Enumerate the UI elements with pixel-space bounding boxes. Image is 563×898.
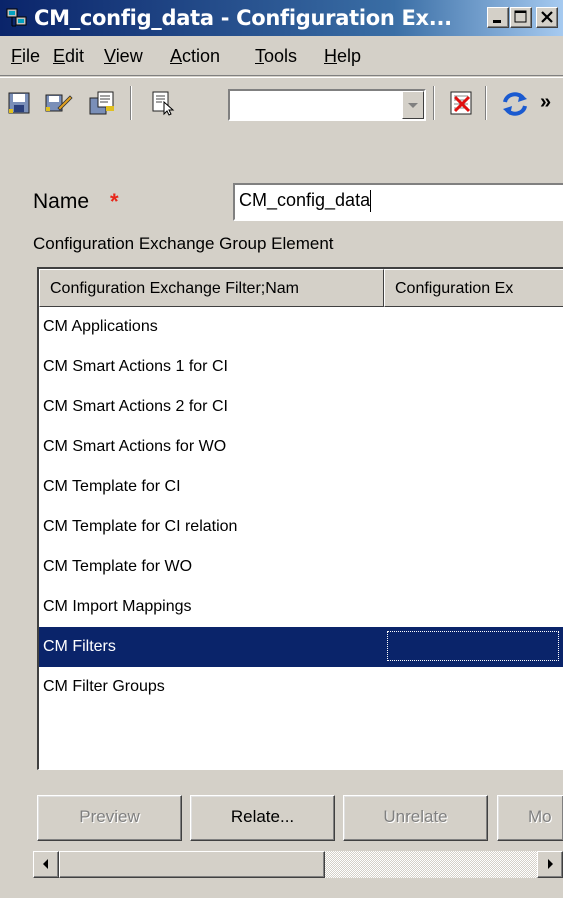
minimize-icon — [493, 20, 501, 23]
menu-bar: File Edit View Action Tools Help — [0, 36, 563, 76]
title-bar[interactable]: CM_config_data - Configuration Ex... — [0, 0, 563, 36]
maximize-icon — [514, 10, 527, 23]
scroll-thumb[interactable] — [59, 851, 325, 878]
group-element-table[interactable]: Configuration Exchange Filter;Nam Config… — [37, 267, 563, 770]
table-row[interactable]: CM Template for CI relation — [39, 507, 563, 547]
table-row[interactable]: CM Applications — [39, 307, 563, 347]
required-marker: * — [110, 189, 119, 214]
copy-icon — [89, 91, 114, 115]
combo-dropdown-button[interactable] — [402, 91, 424, 119]
scroll-left-button[interactable] — [33, 851, 59, 878]
name-input-value: CM_config_data — [239, 190, 371, 210]
cell-filter-name: CM Import Mappings — [43, 598, 192, 615]
table-row[interactable]: CM Template for CI — [39, 467, 563, 507]
name-input[interactable]: CM_config_data — [233, 183, 563, 221]
cell-filter-name: CM Smart Actions 2 for CI — [43, 398, 228, 415]
save-button[interactable] — [6, 90, 32, 116]
table-row[interactable]: CM Smart Actions 1 for CI — [39, 347, 563, 387]
cell-focus-outline[interactable] — [387, 631, 559, 661]
chevron-right-icon — [548, 859, 553, 869]
cell-filter-name: CM Applications — [43, 318, 158, 335]
chevron-down-icon — [408, 103, 418, 108]
horizontal-scrollbar[interactable] — [33, 851, 563, 878]
table-row[interactable]: CM Import Mappings — [39, 587, 563, 627]
column-header-config-exchange[interactable]: Configuration Ex — [384, 269, 563, 307]
toolbar: » — [0, 77, 563, 129]
group-element-label: Configuration Exchange Group Element — [33, 234, 334, 253]
table-row[interactable]: CM Template for WO — [39, 547, 563, 587]
cell-filter-name: CM Filters — [43, 638, 116, 655]
menu-help[interactable]: Help — [324, 46, 361, 66]
table-row-selected[interactable]: CM Filters — [39, 627, 563, 667]
window-title: CM_config_data - Configuration Ex... — [34, 6, 452, 30]
toolbar-combo[interactable] — [228, 89, 426, 121]
close-button[interactable] — [536, 7, 558, 28]
copy-button[interactable] — [88, 90, 114, 116]
cell-filter-name: CM Template for WO — [43, 558, 193, 575]
toolbar-overflow-chevron[interactable]: » — [540, 92, 551, 112]
relate-button[interactable]: Relate... — [190, 795, 335, 841]
refresh-button[interactable] — [500, 90, 527, 116]
menu-file[interactable]: File — [11, 46, 40, 66]
menu-view[interactable]: View — [104, 46, 143, 66]
unrelate-button[interactable]: Unrelate — [343, 795, 488, 841]
minimize-button[interactable] — [487, 7, 509, 28]
network-computers-icon — [6, 8, 27, 27]
more-button[interactable]: Mo — [497, 795, 563, 841]
cell-filter-name: CM Template for CI relation — [43, 518, 238, 535]
save-as-icon — [45, 94, 73, 112]
save-icon — [8, 92, 30, 114]
refresh-icon — [503, 92, 527, 116]
toolbar-separator — [433, 86, 435, 120]
save-as-button[interactable] — [44, 90, 73, 116]
menu-edit[interactable]: Edit — [53, 46, 84, 66]
name-label: Name — [33, 190, 90, 213]
menu-action[interactable]: Action — [170, 46, 220, 66]
chevron-left-icon — [43, 859, 48, 869]
toolbar-separator — [130, 86, 132, 120]
cell-filter-name: CM Smart Actions 1 for CI — [43, 358, 228, 375]
text-caret — [370, 190, 372, 213]
toolbar-separator — [485, 86, 487, 120]
cell-filter-name: CM Filter Groups — [43, 678, 165, 695]
column-header-filter-name[interactable]: Configuration Exchange Filter;Nam — [39, 269, 384, 307]
properties-icon — [152, 91, 175, 116]
cell-filter-name: CM Smart Actions for WO — [43, 438, 227, 455]
properties-button[interactable] — [150, 90, 176, 116]
delete-icon — [450, 91, 472, 115]
menu-tools[interactable]: Tools — [255, 46, 297, 66]
cell-filter-name: CM Template for CI — [43, 478, 181, 495]
table-row[interactable]: CM Smart Actions for WO — [39, 427, 563, 467]
maximize-button[interactable] — [510, 7, 532, 28]
delete-button[interactable] — [448, 90, 474, 116]
scroll-right-button[interactable] — [537, 851, 563, 878]
table-row[interactable]: CM Smart Actions 2 for CI — [39, 387, 563, 427]
table-row[interactable]: CM Filter Groups — [39, 667, 563, 707]
close-icon — [541, 11, 553, 23]
preview-button[interactable]: Preview — [37, 795, 182, 841]
